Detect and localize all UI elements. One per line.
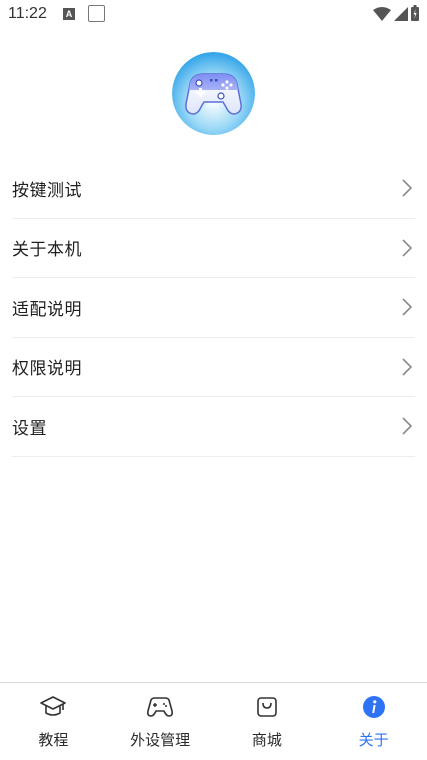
menu-item-label: 适配说明 bbox=[12, 299, 82, 320]
chevron-right-icon bbox=[399, 416, 415, 436]
graduation-cap-icon bbox=[39, 693, 67, 721]
app-avatar bbox=[172, 52, 255, 135]
notification-a-icon: A bbox=[63, 8, 75, 20]
nav-item-tutorial[interactable]: 教程 bbox=[0, 683, 107, 760]
menu-item-label: 设置 bbox=[12, 418, 47, 439]
chevron-right-icon bbox=[399, 357, 415, 377]
nav-item-peripherals[interactable]: 外设管理 bbox=[107, 683, 214, 760]
status-bar: 11:22 A bbox=[0, 0, 427, 30]
nav-label: 外设管理 bbox=[130, 731, 191, 749]
notification-image-icon bbox=[88, 5, 105, 22]
screen: 11:22 A 按键测试 关于本机 适配说明 权限说明 设置 教程 外设管理 商… bbox=[0, 0, 427, 760]
status-time: 11:22 bbox=[8, 5, 47, 22]
menu-list: 按键测试 关于本机 适配说明 权限说明 设置 bbox=[0, 159, 427, 457]
wifi-icon bbox=[373, 6, 391, 25]
nav-item-store[interactable]: 商城 bbox=[214, 683, 321, 760]
menu-item-label: 按键测试 bbox=[12, 180, 82, 201]
info-icon bbox=[360, 693, 388, 721]
chevron-right-icon bbox=[399, 178, 415, 198]
menu-item-permission-info[interactable]: 权限说明 bbox=[12, 338, 415, 397]
gamepad-icon bbox=[172, 52, 255, 135]
battery-icon bbox=[411, 5, 419, 25]
menu-item-label: 权限说明 bbox=[12, 359, 82, 380]
nav-label: 关于 bbox=[358, 731, 389, 749]
shopping-bag-icon bbox=[253, 693, 281, 721]
bottom-nav: 教程 外设管理 商城 关于 bbox=[0, 682, 427, 760]
menu-item-label: 关于本机 bbox=[12, 240, 82, 261]
chevron-right-icon bbox=[399, 297, 415, 317]
menu-item-compat-info[interactable]: 适配说明 bbox=[12, 278, 415, 338]
menu-item-settings[interactable]: 设置 bbox=[12, 397, 415, 457]
nav-label: 商城 bbox=[251, 731, 282, 749]
chevron-right-icon bbox=[399, 238, 415, 258]
status-icons bbox=[373, 4, 419, 26]
gamepad-icon bbox=[146, 693, 174, 721]
nav-label: 教程 bbox=[38, 731, 69, 749]
menu-item-key-test[interactable]: 按键测试 bbox=[12, 159, 415, 219]
signal-icon bbox=[394, 6, 408, 25]
nav-item-about[interactable]: 关于 bbox=[320, 683, 427, 760]
menu-item-about-device[interactable]: 关于本机 bbox=[12, 219, 415, 278]
